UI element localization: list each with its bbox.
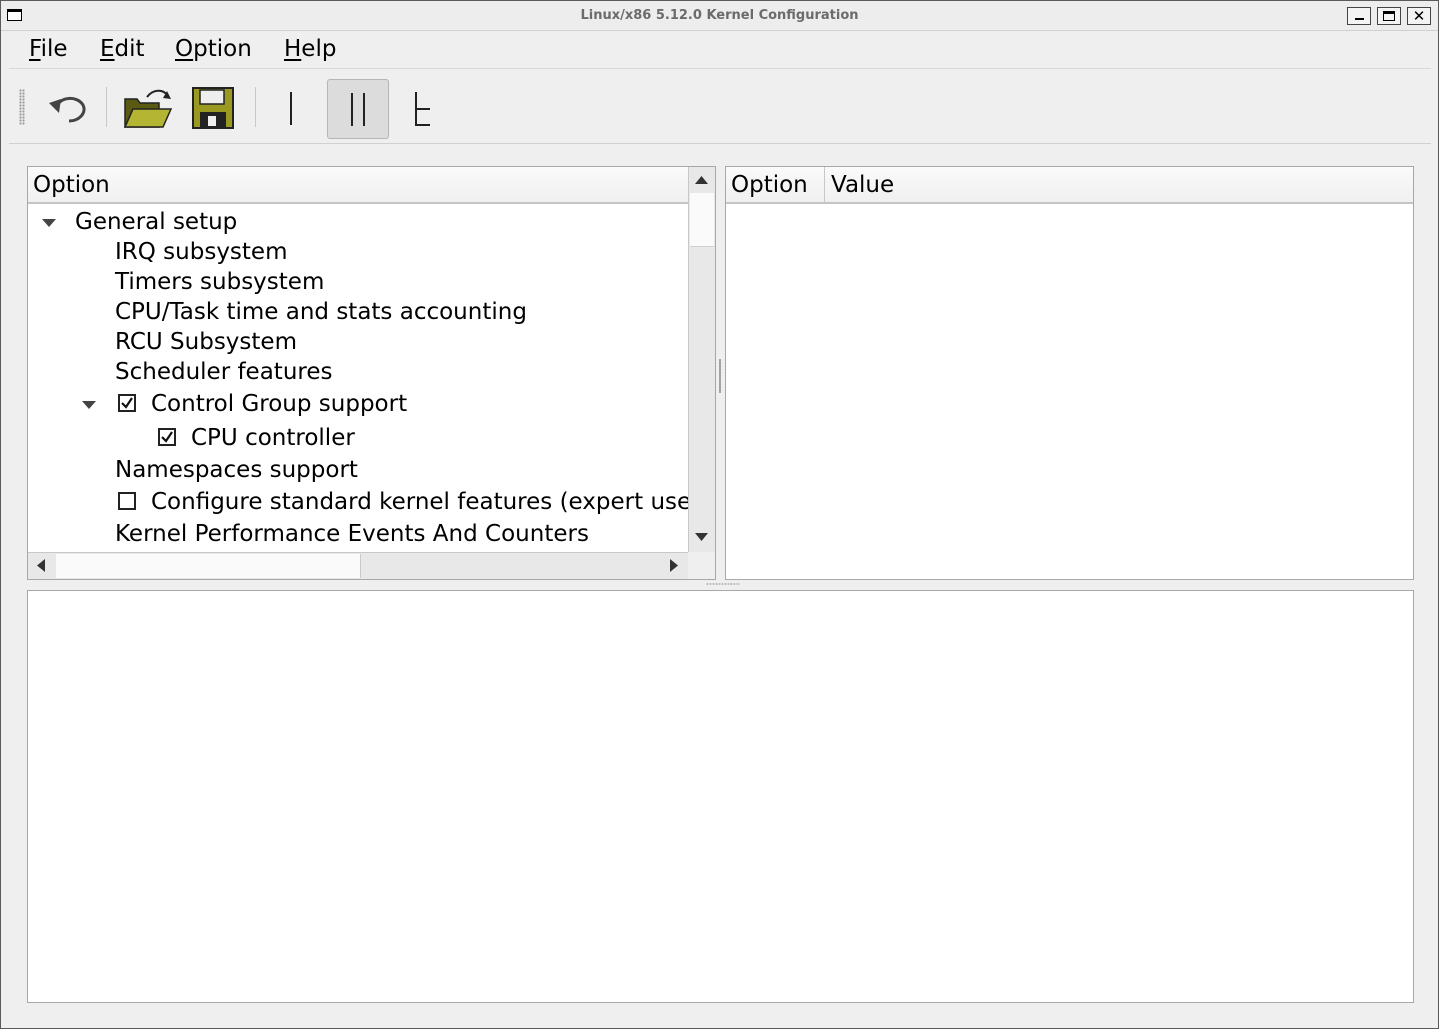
save-button[interactable] (182, 79, 244, 139)
horizontal-scroll-thumb[interactable] (56, 554, 361, 578)
maximize-button[interactable] (1377, 7, 1401, 25)
info-header: Option Value (726, 167, 1413, 204)
tree-row[interactable]: Timers subsystem (28, 267, 688, 297)
menu-bar: File Edit Option Help (9, 31, 1431, 69)
scroll-right-button[interactable] (660, 553, 687, 578)
scrollbar-corner (688, 552, 715, 579)
full-view-icon (415, 92, 430, 126)
maximize-icon (1383, 11, 1395, 21)
scroll-left-button[interactable] (28, 553, 54, 578)
split-view-button[interactable] (327, 79, 389, 139)
arrow-down-icon (695, 533, 708, 541)
info-header-option[interactable]: Option (731, 171, 808, 199)
arrow-right-icon (670, 559, 678, 572)
save-icon (192, 87, 234, 129)
tree-row[interactable]: Namespaces support (28, 455, 688, 485)
single-view-button[interactable] (259, 79, 321, 139)
horizontal-scrollbar[interactable] (28, 552, 688, 579)
close-icon: ✕ (1412, 7, 1426, 25)
tree-row[interactable]: IRQ subsystem (28, 237, 688, 267)
tree-row-general-setup[interactable]: General setup (28, 207, 688, 237)
toolbar-grip[interactable] (19, 89, 25, 125)
undo-icon (49, 97, 86, 123)
minimize-button[interactable] (1347, 7, 1371, 25)
tree-row-control-group[interactable]: Control Group support (28, 389, 688, 419)
arrow-left-icon (37, 559, 45, 572)
arrow-up-icon (695, 176, 708, 184)
scroll-up-button[interactable] (689, 167, 714, 191)
menu-option[interactable]: Option (173, 35, 254, 63)
vertical-splitter-handle[interactable] (719, 359, 721, 393)
tree-row[interactable]: CPU/Task time and stats accounting (28, 297, 688, 327)
toolbar-separator (255, 87, 256, 127)
tree-row[interactable]: RCU Subsystem (28, 327, 688, 357)
window-title: Linux/x86 5.12.0 Kernel Configuration (580, 8, 859, 23)
menu-file[interactable]: File (27, 35, 70, 63)
header-divider[interactable] (824, 167, 825, 202)
toolbar (9, 69, 1431, 144)
title-bar: Linux/x86 5.12.0 Kernel Configuration ✕ (1, 1, 1438, 31)
open-folder-icon (123, 89, 173, 128)
config-tree: Option General setup IRQ subsystem Timer… (27, 166, 716, 580)
collapse-arrow-icon[interactable] (82, 401, 96, 409)
single-view-icon (290, 92, 292, 125)
checkbox-unchecked[interactable] (118, 492, 136, 510)
scroll-down-button[interactable] (689, 526, 714, 550)
tree-header-option[interactable]: Option (33, 171, 110, 199)
close-button[interactable]: ✕ (1407, 7, 1431, 25)
horizontal-splitter-handle[interactable] (706, 583, 740, 585)
checkmark-icon (161, 431, 173, 443)
minimize-icon (1355, 18, 1364, 20)
tree-row[interactable]: Kernel Performance Events And Counters (28, 519, 688, 549)
help-text-panel[interactable] (27, 590, 1414, 1003)
split-view-icon (351, 93, 365, 126)
menu-edit[interactable]: Edit (98, 35, 147, 63)
option-value-panel: Option Value (725, 166, 1414, 580)
full-view-button[interactable] (392, 79, 454, 139)
vertical-scroll-thumb[interactable] (690, 193, 714, 247)
undo-button[interactable] (37, 79, 99, 139)
toolbar-separator (106, 87, 107, 127)
tree-row-expert[interactable]: Configure standard kernel features (expe… (28, 487, 688, 517)
info-header-value[interactable]: Value (831, 171, 894, 199)
collapse-arrow-icon[interactable] (42, 219, 56, 227)
tree-row-cpu-controller[interactable]: CPU controller (28, 423, 688, 453)
vertical-scrollbar[interactable] (688, 167, 715, 552)
load-button[interactable] (117, 79, 179, 139)
app-window: Linux/x86 5.12.0 Kernel Configuration ✕ … (0, 0, 1439, 1029)
menu-help[interactable]: Help (282, 35, 338, 63)
checkbox-checked[interactable] (158, 428, 176, 446)
tree-header: Option (28, 167, 688, 204)
checkbox-checked[interactable] (118, 394, 136, 412)
checkmark-icon (121, 397, 133, 409)
tree-row[interactable]: Scheduler features (28, 357, 688, 387)
